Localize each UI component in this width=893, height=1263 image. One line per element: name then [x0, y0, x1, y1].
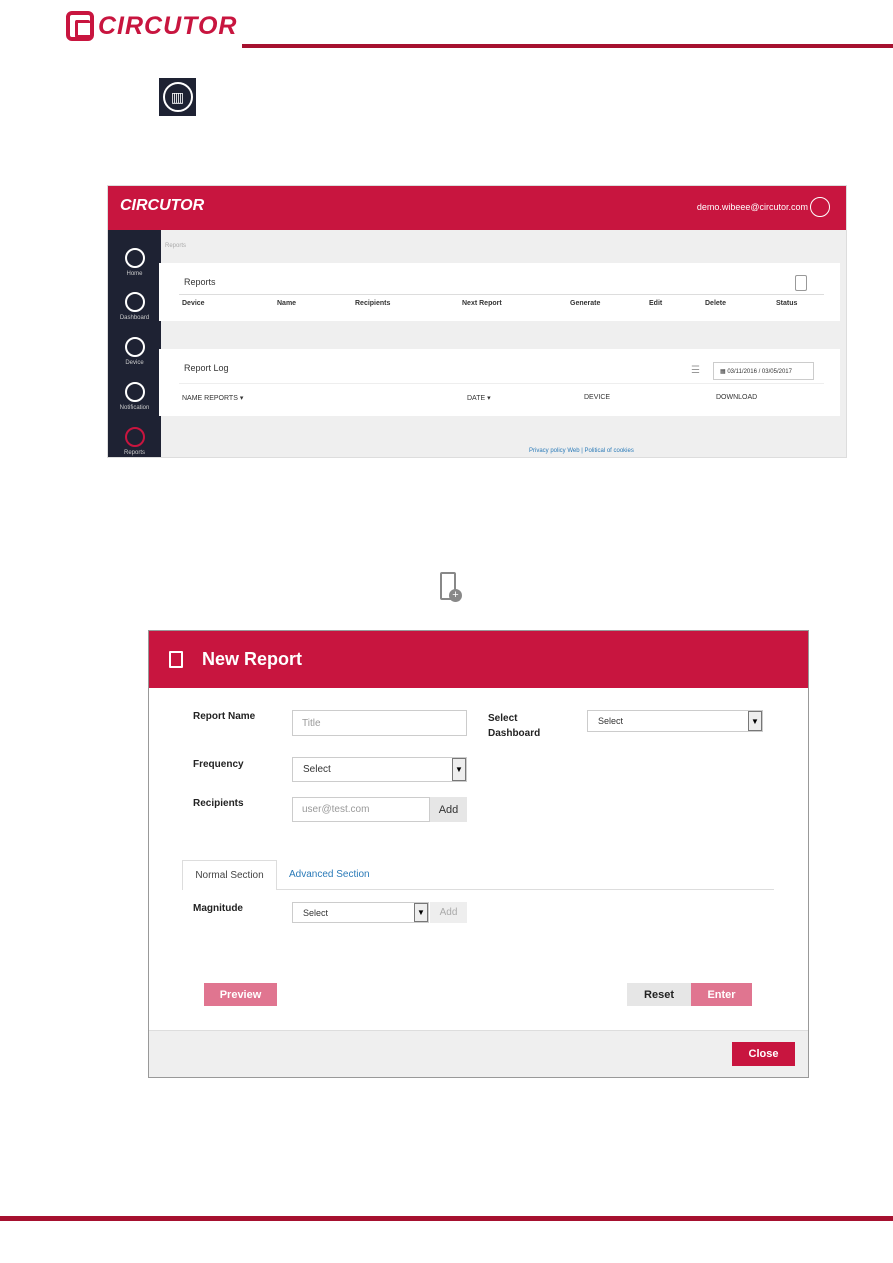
col-header: Generate [570, 300, 601, 307]
add-report-icon: + [440, 572, 462, 602]
placeholder: Title [302, 717, 321, 729]
sidebar-item-home[interactable]: Home [108, 248, 161, 277]
report-log-title: Report Log [184, 363, 229, 373]
add-report-icon[interactable] [795, 275, 807, 291]
col-header: Status [776, 300, 798, 307]
notification-icon [124, 382, 145, 402]
sidebar-item-device[interactable]: Device [108, 337, 161, 366]
sort-name-reports[interactable]: NAME REPORTS ▾ [182, 394, 243, 402]
sidebar-label: Dashboard [119, 315, 150, 321]
recipients-label: Recipients [193, 798, 244, 809]
filter-icon[interactable]: ☰ [691, 365, 700, 376]
new-report-modal: New Report Report Name Title Select Dash… [148, 630, 809, 1078]
dashboard-icon [124, 292, 145, 312]
add-recipient-button[interactable]: Add [430, 797, 467, 822]
magnitude-select[interactable]: Select ▼ [292, 902, 429, 923]
sidebar-label: Device [125, 360, 144, 366]
header-rule [242, 44, 893, 48]
reports-card: Reports Device Name Recipients Next Repo… [159, 263, 840, 321]
reports-title: Reports [184, 277, 216, 287]
logo-mark-icon [66, 11, 94, 41]
select-value: Select [303, 764, 331, 775]
recipients-input[interactable]: user@test.com [292, 797, 430, 822]
report-log-card: Report Log ☰ ▦ 03/11/2016 / 03/05/2017 N… [159, 349, 840, 416]
footer-links: Privacy policy Web | Political of cookie… [529, 448, 634, 454]
modal-title: New Report [202, 649, 303, 669]
dashboard-select[interactable]: Select ▼ [587, 710, 763, 732]
add-magnitude-button[interactable]: Add [430, 902, 467, 923]
dashboard-label: Select Dashboard [488, 713, 541, 739]
sidebar-label: Reports [123, 450, 145, 456]
date-range-input[interactable]: ▦ 03/11/2016 / 03/05/2017 [713, 362, 814, 380]
sidebar-item-notification[interactable]: Notification [108, 382, 161, 411]
sidebar-label: Home [126, 271, 143, 277]
device-icon [124, 337, 145, 357]
col-header: Recipients [355, 300, 391, 307]
col-header: DATE [467, 395, 486, 402]
circutor-logo: CIRCUTOR [66, 11, 237, 41]
chevron-down-icon: ▼ [452, 758, 466, 781]
tab-normal-section[interactable]: Normal Section [182, 860, 277, 890]
sidebar-item-reports[interactable]: Reports [108, 427, 161, 456]
col-header: Device [182, 300, 205, 307]
reports-icon [124, 427, 145, 447]
report-name-input[interactable]: Title [292, 710, 467, 736]
col-header: DOWNLOAD [716, 394, 758, 401]
enter-button[interactable]: Enter [691, 983, 752, 1006]
cookies-link[interactable]: Political of cookies [584, 448, 633, 454]
modal-header: New Report [149, 631, 808, 688]
reset-button[interactable]: Reset [627, 983, 691, 1006]
col-header: Next Report [462, 300, 502, 307]
sidebar: Home Dashboard Device Notification Repor… [108, 230, 161, 457]
home-icon [124, 248, 145, 268]
document-icon [169, 651, 183, 668]
separator: | [581, 448, 583, 454]
select-value: Select [598, 716, 624, 726]
frequency-select[interactable]: Select ▼ [292, 757, 467, 782]
select-value: Select [303, 907, 329, 918]
tab-advanced-section[interactable]: Advanced Section [289, 869, 370, 880]
chevron-down-icon: ▼ [748, 711, 762, 731]
magnitude-label: Magnitude [193, 903, 243, 914]
date-range-value: 03/11/2016 / 03/05/2017 [727, 369, 792, 375]
col-header: Edit [649, 300, 663, 307]
breadcrumb[interactable]: Reports [165, 243, 186, 249]
logo-text: CIRCUTOR [98, 11, 238, 40]
user-email: demo.wibeee@circutor.com [696, 202, 808, 212]
col-header: NAME REPORTS [182, 395, 238, 402]
placeholder: user@test.com [302, 804, 370, 815]
user-icon[interactable] [810, 197, 830, 217]
sort-date[interactable]: DATE ▾ [467, 394, 491, 402]
frequency-label: Frequency [193, 759, 244, 770]
footer-rule [0, 1216, 893, 1221]
reports-icon: ▥ [159, 78, 196, 116]
col-header: DEVICE [584, 394, 611, 401]
col-header: Name [277, 300, 297, 307]
chevron-down-icon: ▼ [414, 903, 428, 922]
preview-button[interactable]: Preview [204, 983, 277, 1006]
app-logo: CIRCUTOR [120, 197, 205, 214]
modal-footer: Close [149, 1030, 808, 1077]
close-button[interactable]: Close [732, 1042, 795, 1066]
sidebar-item-dashboard[interactable]: Dashboard [108, 292, 161, 321]
report-name-label: Report Name [193, 711, 256, 722]
col-header: Delete [705, 300, 727, 307]
sidebar-label: Notification [119, 405, 150, 411]
privacy-link[interactable]: Privacy policy Web [529, 448, 580, 454]
app-header: CIRCUTOR demo.wibeee@circutor.com [108, 186, 846, 230]
reports-screenshot: CIRCUTOR demo.wibeee@circutor.com Home D… [107, 185, 847, 458]
